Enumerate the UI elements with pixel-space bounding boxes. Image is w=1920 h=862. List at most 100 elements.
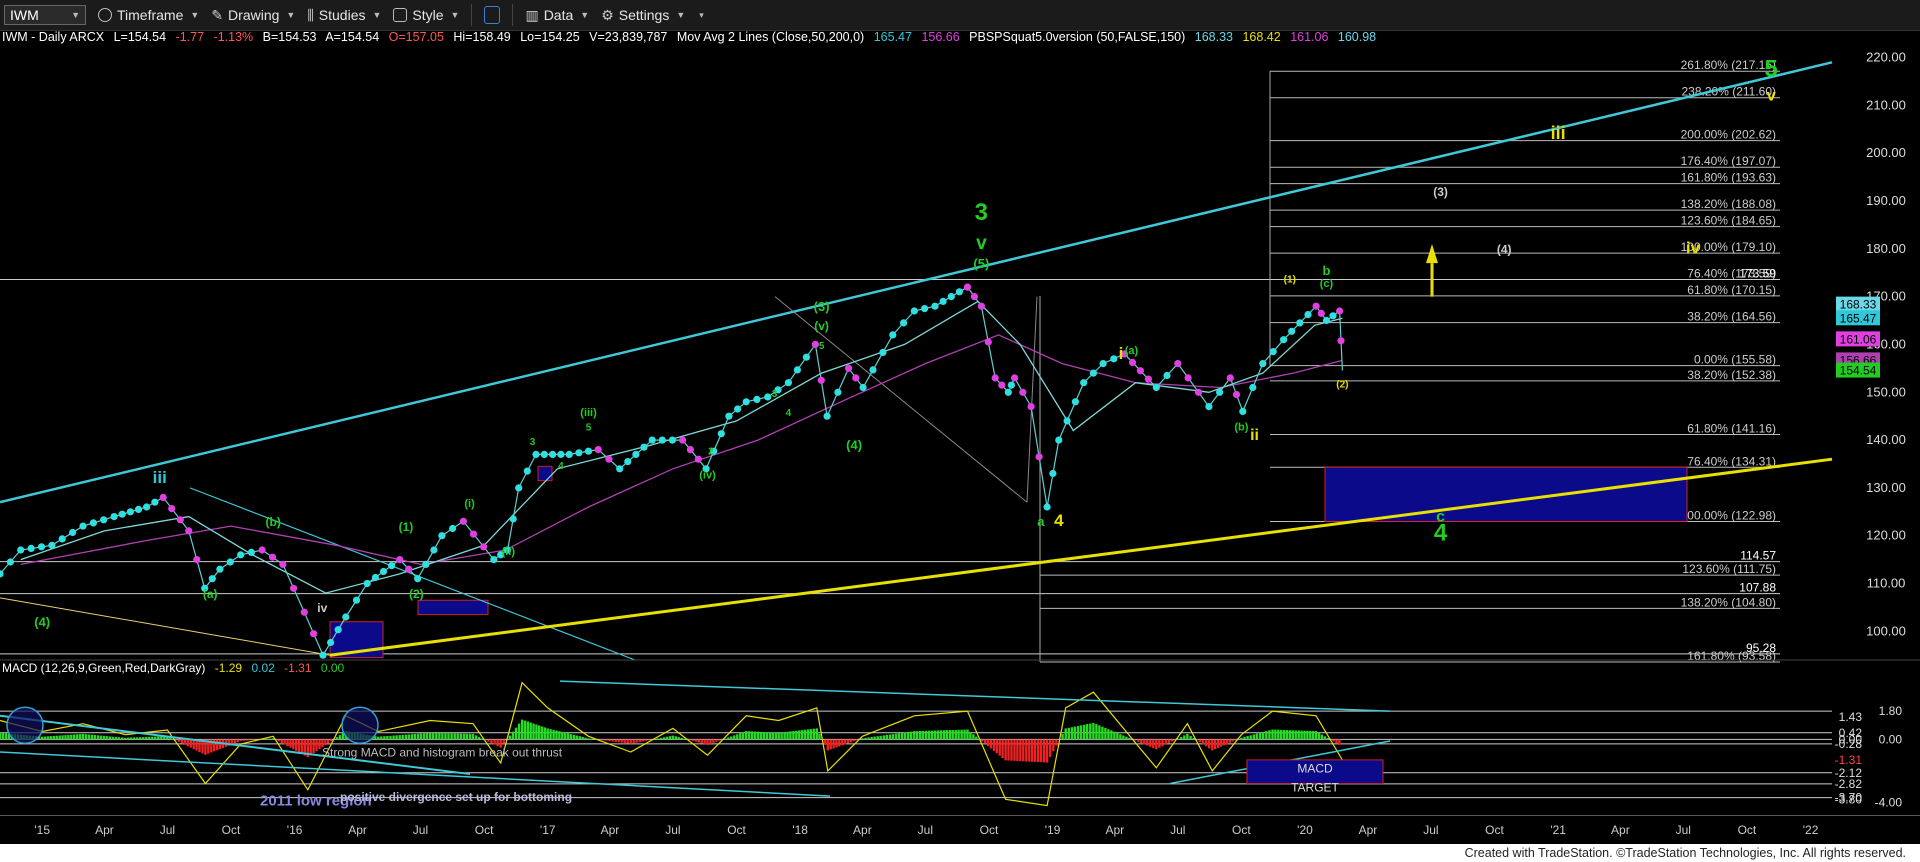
- fib-level-label: 161.80% (193.63): [1681, 171, 1776, 185]
- y-tick-label: 100.00: [1866, 623, 1906, 638]
- ask-price: A=154.54: [325, 30, 380, 44]
- wave-label: (5): [973, 256, 989, 271]
- wave-label: iv: [317, 601, 327, 615]
- net-change: -1.77: [175, 30, 205, 44]
- price-marker-dot: [37, 543, 46, 551]
- toolbar-overflow[interactable]: ▾: [697, 10, 704, 21]
- x-tick-label: '16: [286, 823, 303, 837]
- price-marker-dot: [1163, 371, 1171, 380]
- layout-button[interactable]: [484, 6, 501, 24]
- price-marker-dot: [48, 541, 56, 549]
- price-chart[interactable]: 100.00 110.00 120.00 130.00 140.00 150.00 160.…: [0, 0, 1920, 844]
- price-marker-dot: [1152, 383, 1160, 392]
- pbs-study-label: PBSPSquat5.0version (50,FALSE,150): [969, 30, 1186, 44]
- fib-level-label: 100.00% (122.98): [1681, 508, 1776, 522]
- price-marker-dot: [1232, 391, 1241, 399]
- price-marker-dot: [694, 455, 702, 463]
- price-marker-dot: [509, 515, 517, 523]
- fib-level-label: 123.60% (184.65): [1681, 214, 1776, 228]
- wave-label: a: [1037, 514, 1045, 529]
- price-marker-dot: [1174, 360, 1182, 368]
- timeframe-button[interactable]: Timeframe ▼: [98, 7, 199, 23]
- wave-label: 3: [975, 199, 988, 226]
- price-marker-dot: [69, 528, 77, 537]
- price-level-label: 95.28: [1746, 641, 1776, 655]
- symbol-selector[interactable]: IWM ▼: [4, 5, 86, 25]
- price-marker-dot: [1144, 375, 1152, 383]
- price-marker-dot: [900, 319, 908, 327]
- price-marker-dot: [279, 560, 287, 569]
- price-marker-dot: [605, 455, 613, 463]
- wave-label: v: [976, 233, 987, 254]
- price-marker-dot: [523, 467, 531, 475]
- price-marker-dot: [151, 498, 159, 506]
- wave-label: (2): [409, 587, 424, 601]
- price-marker-dot: [1329, 312, 1337, 320]
- x-tick-label: Jul: [1170, 823, 1186, 837]
- chevron-down-icon: ▼: [372, 10, 382, 20]
- x-tick-label: Apr: [600, 823, 620, 837]
- toolbar-divider: [471, 4, 473, 26]
- price-marker-dot: [734, 405, 742, 413]
- price-marker-dot: [226, 558, 234, 566]
- price-marker-dot: [624, 458, 632, 466]
- fib-level-label: 38.20% (164.56): [1687, 310, 1776, 324]
- fib-level-label: 176.40% (197.07): [1681, 154, 1776, 168]
- wave-label: 5: [819, 341, 825, 352]
- drawing-button[interactable]: ✎ Drawing ▼: [211, 7, 295, 24]
- wave-label: (i): [464, 498, 475, 510]
- wave-label: (iii): [580, 407, 597, 419]
- last-price: L=154.54: [113, 30, 167, 44]
- price-marker-dot: [793, 366, 802, 374]
- data-button[interactable]: ▥ Data ▼: [525, 7, 589, 24]
- price-marker-dot: [1296, 319, 1304, 327]
- macd-level-label: -3.80: [1835, 792, 1863, 806]
- price-marker-dot: [414, 575, 422, 583]
- wave-label: (v): [814, 319, 829, 333]
- settings-label: Settings: [618, 7, 670, 23]
- price-marker-dot: [921, 305, 929, 313]
- price-marker-dot: [1205, 403, 1213, 411]
- price-marker-dot: [300, 608, 308, 616]
- studies-button[interactable]: ⫼ Studies ▼: [307, 7, 381, 24]
- price-marker-dot: [998, 381, 1006, 389]
- x-tick-label: Jul: [412, 823, 429, 837]
- price-marker-dot: [100, 516, 108, 524]
- macd-annotation: TARGET: [1291, 780, 1339, 794]
- price-marker-dot: [1304, 311, 1312, 319]
- price-marker-dot: [575, 449, 583, 457]
- pbs-value-2: 168.42: [1242, 30, 1281, 44]
- x-tick-label: Jul: [1675, 823, 1691, 837]
- wave-label: (1): [399, 520, 414, 534]
- fib-level-label: 200.00% (202.62): [1681, 128, 1776, 142]
- wave-label: 4: [558, 461, 564, 472]
- price-badge-label: 154.54: [1840, 364, 1877, 378]
- price-marker-dot: [430, 546, 438, 554]
- y-tick-label: 190.00: [1866, 193, 1906, 208]
- timeframe-label: Timeframe: [117, 7, 184, 23]
- wave-label: (2): [1336, 379, 1348, 390]
- price-marker-dot: [118, 510, 126, 518]
- price-marker-dot: [480, 543, 488, 551]
- price-marker-dot: [268, 553, 277, 561]
- price-marker-dot: [1007, 381, 1016, 389]
- price-marker-dot: [1049, 469, 1057, 478]
- macd-level-label: -0.28: [1835, 737, 1863, 751]
- price-marker-dot: [540, 450, 548, 458]
- price-marker-dot: [1322, 316, 1331, 325]
- price-marker-dot: [185, 527, 193, 535]
- wave-label: (c): [1320, 278, 1334, 290]
- price-marker-dot: [1216, 388, 1224, 396]
- price-marker-dot: [1317, 309, 1325, 317]
- layout-icon: [484, 6, 501, 24]
- price-marker-dot: [258, 546, 266, 554]
- chart-title: IWM - Daily ARCX: [2, 30, 105, 44]
- wave-label: b: [1322, 263, 1330, 278]
- target-zone-box: [1324, 466, 1688, 522]
- settings-button[interactable]: ⚙ Settings ▼: [601, 7, 685, 24]
- fib-level-label: 138.20% (104.80): [1681, 595, 1776, 609]
- style-button[interactable]: Style ▼: [393, 7, 459, 23]
- price-marker-dot: [679, 436, 687, 444]
- wave-label: (iv): [699, 469, 716, 481]
- price-marker-dot: [1110, 355, 1118, 363]
